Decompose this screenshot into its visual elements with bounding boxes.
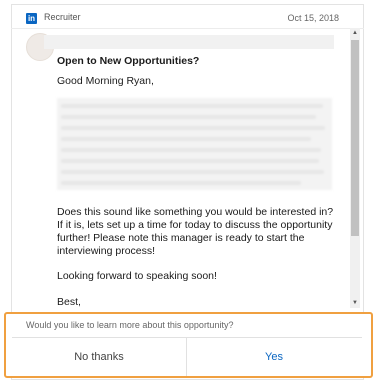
linkedin-logo-icon: in [26, 13, 37, 24]
message-subject: Open to New Opportunities? [57, 55, 200, 67]
prompt-question: Would you like to learn more about this … [26, 320, 234, 330]
sender-name: Recruiter [44, 12, 81, 22]
message-header: in Recruiter Oct 15, 2018 [11, 4, 364, 29]
message-date: Oct 15, 2018 [287, 13, 339, 23]
message-signoff: Best, [57, 296, 81, 308]
scroll-thumb[interactable] [351, 40, 359, 236]
redacted-paragraph [57, 98, 332, 190]
scroll-down-arrow-icon[interactable]: ▼ [350, 298, 360, 308]
message-greeting: Good Morning Ryan, [57, 75, 154, 87]
yes-button[interactable]: Yes [187, 338, 361, 376]
no-thanks-button[interactable]: No thanks [12, 338, 187, 376]
message-body: Does this sound like something you would… [57, 206, 334, 257]
redacted-header-bar [44, 35, 334, 49]
vertical-scrollbar[interactable]: ▲ ▼ [350, 28, 360, 308]
message-closing: Looking forward to speaking soon! [57, 270, 217, 282]
scroll-up-arrow-icon[interactable]: ▲ [350, 28, 360, 38]
prompt-button-row: No thanks Yes [12, 337, 362, 376]
